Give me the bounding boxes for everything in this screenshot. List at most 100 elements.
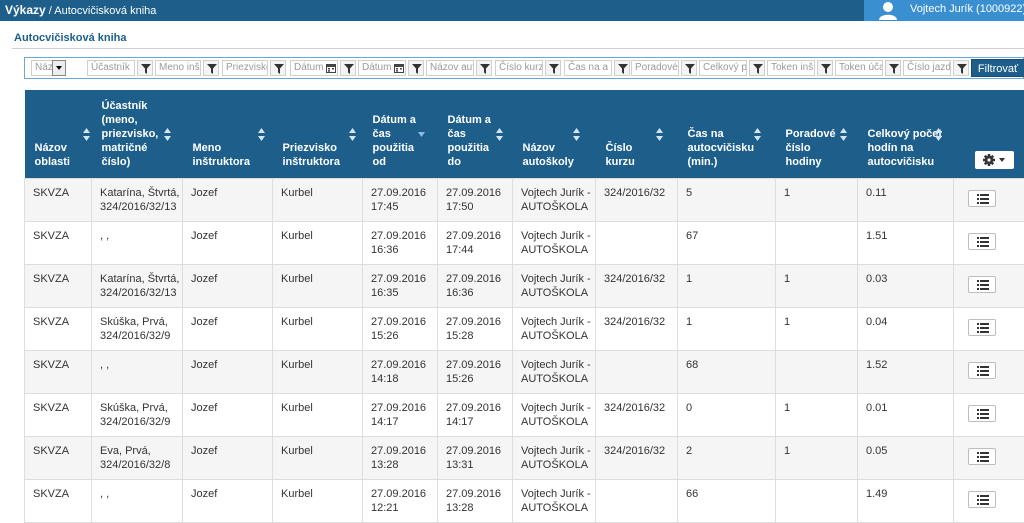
column-header-1[interactable]: Účastník(meno,priezvisko,matričnéčíslo) [92,90,183,178]
cell-poradove: 1 [776,178,858,221]
breadcrumb-separator: / [46,5,55,17]
cell-do: 27.09.201614:17 [438,393,513,436]
cell-text: 27.09.2016 [371,488,426,500]
filter-funnel-button[interactable] [545,60,561,76]
list-icon [977,366,989,376]
cell-text: Vojtech Jurík - [521,359,591,371]
cell-text: , , [100,359,109,371]
cell-celkovy: 0.01 [858,393,954,436]
filter-autoskola-input[interactable]: Názov aut [426,60,474,76]
filter-funnel-button[interactable] [817,60,833,76]
column-settings-button[interactable] [975,151,1014,169]
user-menu[interactable]: Vojtech Jurík (1000922) [864,0,1024,21]
user-icon [878,1,898,20]
filter-celkovy-input[interactable]: Celkový p [699,60,747,76]
filter-funnel-button[interactable] [749,60,765,76]
cell-celkovy: 1.51 [858,221,954,264]
column-header-label: hodín na [868,142,914,154]
filter-icon [821,64,831,74]
filter-priezvisko-instruktora-input[interactable]: Priezvisko [222,60,268,76]
sort-icon [164,128,171,141]
filter-funnel-button[interactable] [270,60,286,76]
cell-autoskola: Vojtech Jurík -AUTOŠKOLA [513,393,596,436]
filter-icon [141,64,151,74]
dropdown-toggle[interactable] [52,60,66,76]
filter-poradove-input[interactable]: Poradové [631,60,679,76]
filter-token-ucastnika-input[interactable]: Token úča [835,60,883,76]
cell-text: 16:36 [446,287,474,299]
filter-funnel-button[interactable] [885,60,901,76]
table-row: SKVZA, ,JozefKurbel27.09.201614:1827.09.… [25,350,1024,393]
cell-text: 17:44 [446,244,474,256]
column-header-4[interactable]: Dátum ačaspoužitiaod [363,90,438,178]
column-header-10[interactable]: Celkový počethodín naautocvičisku [858,90,954,178]
filter-funnel-button[interactable] [408,60,424,76]
sort-icon [258,128,265,141]
list-icon [977,452,989,462]
cell-celkovy: 0.05 [858,436,954,479]
filter-oblast-input[interactable]: Náz [31,60,53,76]
row-detail-button[interactable] [968,233,996,250]
column-header-8[interactable]: Čas naautocvičisku(min.) [678,90,776,178]
cell-kurz: 324/2016/32 [596,178,678,221]
filter-button[interactable]: Filtrovať [971,59,1024,77]
cell-meno: Jozef [183,393,273,436]
cell-cas: 1 [678,264,776,307]
filter-cislo-jazdy-input[interactable]: Číslo jazd [903,60,951,76]
filter-funnel-button[interactable] [137,60,153,76]
calendar-button[interactable] [391,60,405,76]
calendar-icon [394,63,404,73]
cell-poradove: 1 [776,393,858,436]
row-detail-button[interactable] [968,362,996,379]
column-header-3[interactable]: Priezviskoinštruktora [273,90,363,178]
column-header-label: od [373,156,386,168]
cell-poradove [776,350,858,393]
filter-cas-input[interactable]: Čas na a [564,60,612,76]
row-detail-button[interactable] [968,405,996,422]
calendar-button[interactable] [323,60,337,76]
column-header-label: (meno, [102,114,138,126]
row-detail-button[interactable] [968,190,996,207]
filter-icon [889,64,899,74]
cell-cas: 5 [678,178,776,221]
column-header-9[interactable]: Poradovéčíslohodiny [776,90,858,178]
filter-funnel-button[interactable] [203,60,219,76]
cell-text: 27.09.2016 [446,187,501,199]
cell-text: Skúška, Prvá, [100,402,168,414]
row-detail-button[interactable] [968,491,996,508]
cell-cas: 1 [678,307,776,350]
filter-funnel-button[interactable] [681,60,697,76]
cell-text: 15:26 [371,330,399,342]
breadcrumb-app-link[interactable]: Výkazy [5,3,46,17]
column-header-label: inštruktora [283,156,340,168]
cell-text: 324/2016/32/13 [100,201,176,213]
row-detail-button[interactable] [968,276,996,293]
filter-ucastnik-input[interactable]: Účastník [87,60,135,76]
filter-funnel-button[interactable] [614,60,630,76]
cell-priezvisko: Kurbel [273,350,363,393]
filter-funnel-button[interactable] [953,60,969,76]
column-header-label: do [448,156,461,168]
row-detail-button[interactable] [968,448,996,465]
filter-meno-instruktora-input[interactable]: Meno inš [155,60,201,76]
filter-cislo-kurzu-input[interactable]: Číslo kurz [495,60,543,76]
column-header-2[interactable]: Menoinštruktora [183,90,273,178]
column-header-6[interactable]: Názovautoškoly [513,90,596,178]
column-header-label: Účastník [102,100,148,112]
cell-ucastnik: Skúška, Prvá,324/2016/32/9 [92,307,183,350]
filter-funnel-button[interactable] [476,60,492,76]
filter-token-instruktora-input[interactable]: Token inš [767,60,815,76]
cell-text: Vojtech Jurík - [521,273,591,285]
cell-text: Vojtech Jurík - [521,316,591,328]
column-header-5[interactable]: Dátum ačaspoužitiado [438,90,513,178]
filter-funnel-button[interactable] [340,60,356,76]
table-row: SKVZAKatarína, Štvrtá,324/2016/32/13Joze… [25,178,1024,221]
cell-priezvisko: Kurbel [273,264,363,307]
column-header-0[interactable]: Názovoblasti [25,90,92,178]
cell-celkovy: 1.52 [858,350,954,393]
column-header-7[interactable]: Číslokurzu [596,90,678,178]
column-header-label: priezvisko, [102,128,159,140]
sort-icon [496,128,503,141]
row-detail-button[interactable] [968,319,996,336]
cell-text: Vojtech Jurík - [521,402,591,414]
